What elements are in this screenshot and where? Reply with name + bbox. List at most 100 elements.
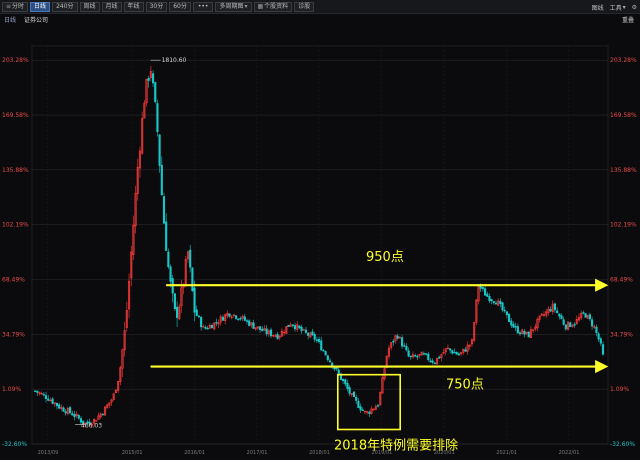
candle-body	[597, 333, 600, 340]
period-tab-8[interactable]: •••	[192, 1, 214, 12]
candle-body	[165, 221, 168, 251]
period-tab-label: 分时	[12, 2, 25, 10]
candle-body	[483, 288, 487, 296]
overlay-button[interactable]: 重叠	[622, 15, 634, 24]
candle-body	[158, 134, 161, 166]
candle-body	[573, 324, 576, 326]
candle-body	[315, 339, 318, 341]
y-tick-label-right: 135.88%	[610, 167, 637, 174]
candle-body	[298, 325, 301, 329]
candle-body	[152, 73, 155, 84]
candle-body	[591, 319, 594, 327]
exclusion-box-label: 2018年特例需要排除	[334, 438, 458, 453]
candle-body	[376, 405, 380, 407]
y-tick-label-right: -32.60%	[610, 441, 635, 448]
candle-body	[564, 324, 567, 330]
period-tab-6[interactable]: 30分	[145, 1, 168, 12]
candle-body	[431, 360, 434, 363]
candle-body	[494, 302, 498, 305]
candle-body	[206, 328, 209, 330]
candle-body	[44, 395, 48, 400]
candle-body	[560, 315, 563, 320]
candle-body	[77, 415, 80, 419]
exclusion-box	[336, 373, 401, 431]
candle-body	[584, 313, 587, 318]
y-tick-label-left: 169.58%	[2, 112, 29, 119]
candle-body	[261, 328, 264, 332]
period-tab-4[interactable]: 月线	[101, 1, 122, 12]
candle-body	[195, 309, 198, 316]
candle-body	[237, 318, 240, 321]
candle-body	[505, 311, 508, 315]
low-value-label: 466.03	[81, 422, 102, 429]
candle-body	[215, 322, 218, 324]
candle-body	[173, 293, 176, 310]
candle-body	[200, 316, 203, 328]
period-tab-1[interactable]: 日线	[30, 1, 51, 12]
candle-body	[595, 326, 598, 333]
candle-body	[245, 320, 249, 322]
candle-body	[221, 316, 225, 321]
candle-body	[189, 249, 192, 268]
period-tab-7[interactable]: 60分	[169, 1, 191, 12]
period-tab-label: •••	[197, 2, 209, 10]
candle-body	[492, 301, 495, 303]
chart-lines-button[interactable]: 图线	[592, 3, 604, 12]
candle-body	[51, 398, 54, 404]
candle-body	[55, 402, 59, 407]
candle-body	[197, 315, 200, 318]
y-tick-label-right: 203.28%	[610, 57, 637, 64]
candle-body	[344, 379, 347, 385]
period-tab-11[interactable]: 诊股	[294, 1, 315, 12]
candle-body	[346, 382, 349, 389]
candle-body	[429, 360, 432, 363]
period-tab-2[interactable]: 240分	[52, 1, 78, 12]
period-tab-10[interactable]: ▦ 个股资料	[253, 1, 293, 12]
security-name: 证券公司	[24, 16, 49, 24]
candle-body	[47, 398, 50, 401]
candle-body	[291, 324, 294, 326]
candle-body	[252, 322, 255, 329]
period-tab-label: 年线	[127, 2, 140, 10]
candle-body	[455, 352, 458, 355]
candle-body	[62, 407, 65, 412]
menu-icon: ≡	[6, 2, 12, 10]
candle-body	[202, 326, 205, 328]
candle-body	[518, 332, 522, 335]
x-tick-label: 2017/01	[247, 450, 268, 456]
candle-body	[499, 300, 502, 305]
candle-body	[235, 315, 238, 319]
x-tick-label: 2015/01	[122, 450, 143, 456]
settings-button[interactable]: ⚙	[632, 4, 637, 11]
kline-chart[interactable]: 203.28% 203.28% 169.58% 169.58% 135.88% 135.8…	[0, 24, 640, 460]
y-tick-label-left: 1.09%	[2, 386, 21, 393]
candle-body	[337, 369, 340, 374]
candle-body	[95, 420, 98, 422]
candle-body	[409, 355, 412, 358]
period-tab-label: 诊股	[298, 2, 311, 10]
y-tick-label-left: 203.28%	[2, 57, 29, 64]
candle-body	[169, 266, 172, 282]
y-tick-label-left: 135.88%	[2, 167, 29, 174]
tools-button[interactable]: 工具 ▾	[610, 3, 626, 12]
period-tab-9[interactable]: 多周期图 ▾	[215, 1, 252, 12]
candle-body	[368, 411, 371, 414]
lower-level-label: 750点	[446, 378, 484, 393]
y-tick-label-left: 102.19%	[2, 222, 29, 229]
period-tab-5[interactable]: 年线	[123, 1, 144, 12]
candle-body	[556, 310, 559, 313]
candle-body	[269, 329, 273, 337]
candle-body	[326, 355, 329, 361]
period-tab-0[interactable]: ≡ 分时	[2, 1, 29, 12]
period-tab-label: 30分	[149, 2, 164, 10]
period-tab-label: 240分	[56, 2, 74, 10]
period-tab-3[interactable]: 周线	[79, 1, 100, 12]
candle-body	[407, 350, 410, 357]
candle-body	[160, 164, 163, 196]
period-tab-label: 周线	[83, 2, 96, 10]
candle-body	[228, 313, 231, 317]
candle-body	[328, 360, 332, 363]
candle-body	[438, 356, 441, 359]
chart-area[interactable]: 203.28% 203.28% 169.58% 169.58% 135.88% 135.8…	[0, 24, 640, 460]
period-tab-label: 日线	[34, 2, 47, 10]
